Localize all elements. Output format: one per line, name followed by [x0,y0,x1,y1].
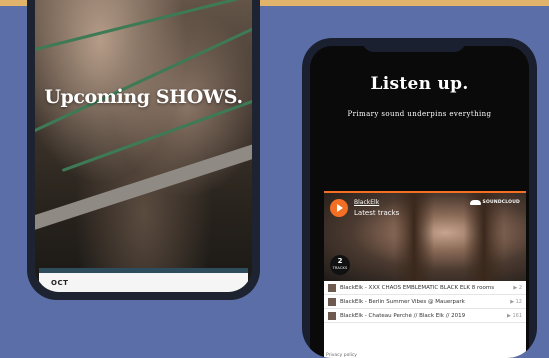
track-count-badge: 2 TRACKS [330,255,350,275]
soundcloud-artist-link[interactable]: BlackElk [354,199,379,206]
track-row[interactable]: BlackElk - Berlin Summer Vibes @ Mauerpa… [324,295,526,309]
play-count: ▶ 2 [513,284,522,291]
listen-screen: Listen up. Primary sound underpins every… [310,46,529,358]
soundcloud-playlist-title: Latest tracks [354,209,400,217]
play-count-value: 12 [515,298,522,305]
phone-mockup-shows: Upcoming SHOWS. OCT [27,0,260,300]
artwork-decoration [464,193,504,281]
soundcloud-logo[interactable]: SOUNDCLOUD [469,200,520,205]
artwork-decoration [394,193,434,281]
play-icon[interactable] [330,199,348,217]
soundcloud-brand-text: SOUNDCLOUD [482,200,520,205]
phone-notch [362,38,466,52]
track-count-number: 2 [337,257,343,265]
track-count-label: TRACKS [332,266,348,270]
listen-heading: Listen up. [370,74,469,94]
track-title: BlackElk - XXX CHAOS EMBLEMATIC BLACK EL… [340,284,495,291]
play-count: ▶ 161 [507,312,522,319]
shows-heading: Upcoming SHOWS. [44,86,243,108]
soundcloud-widget: BlackElk Latest tracks SOUNDCLOUD 2 TRAC… [324,191,526,358]
track-list: BlackElk - XXX CHAOS EMBLEMATIC BLACK EL… [324,281,526,323]
show-card-image [39,268,248,273]
show-card[interactable]: OCT [39,268,248,292]
track-thumbnail [328,311,336,320]
play-count: ▶ 12 [510,298,522,305]
privacy-policy-link[interactable]: Privacy policy [326,353,357,358]
show-month: OCT [51,279,69,287]
soundcloud-cloud-icon [469,200,481,205]
track-thumbnail [328,283,336,292]
track-row[interactable]: BlackElk - Chateau Perché // Black Elk /… [324,309,526,323]
play-count-value: 2 [518,284,522,291]
track-thumbnail [328,297,336,306]
rope-decoration [35,13,252,136]
phone-mockup-listen: Listen up. Primary sound underpins every… [302,38,537,358]
beam-decoration [35,139,252,231]
track-title: BlackElk - Berlin Summer Vibes @ Mauerpa… [340,298,465,305]
listen-subtitle: Primary sound underpins everything [347,110,492,118]
play-count-value: 161 [512,312,522,319]
track-row[interactable]: BlackElk - XXX CHAOS EMBLEMATIC BLACK EL… [324,281,526,295]
shows-screen: Upcoming SHOWS. OCT [35,0,252,292]
soundcloud-artwork: BlackElk Latest tracks SOUNDCLOUD 2 TRAC… [324,193,526,281]
track-title: BlackElk - Chateau Perché // Black Elk /… [340,312,466,319]
